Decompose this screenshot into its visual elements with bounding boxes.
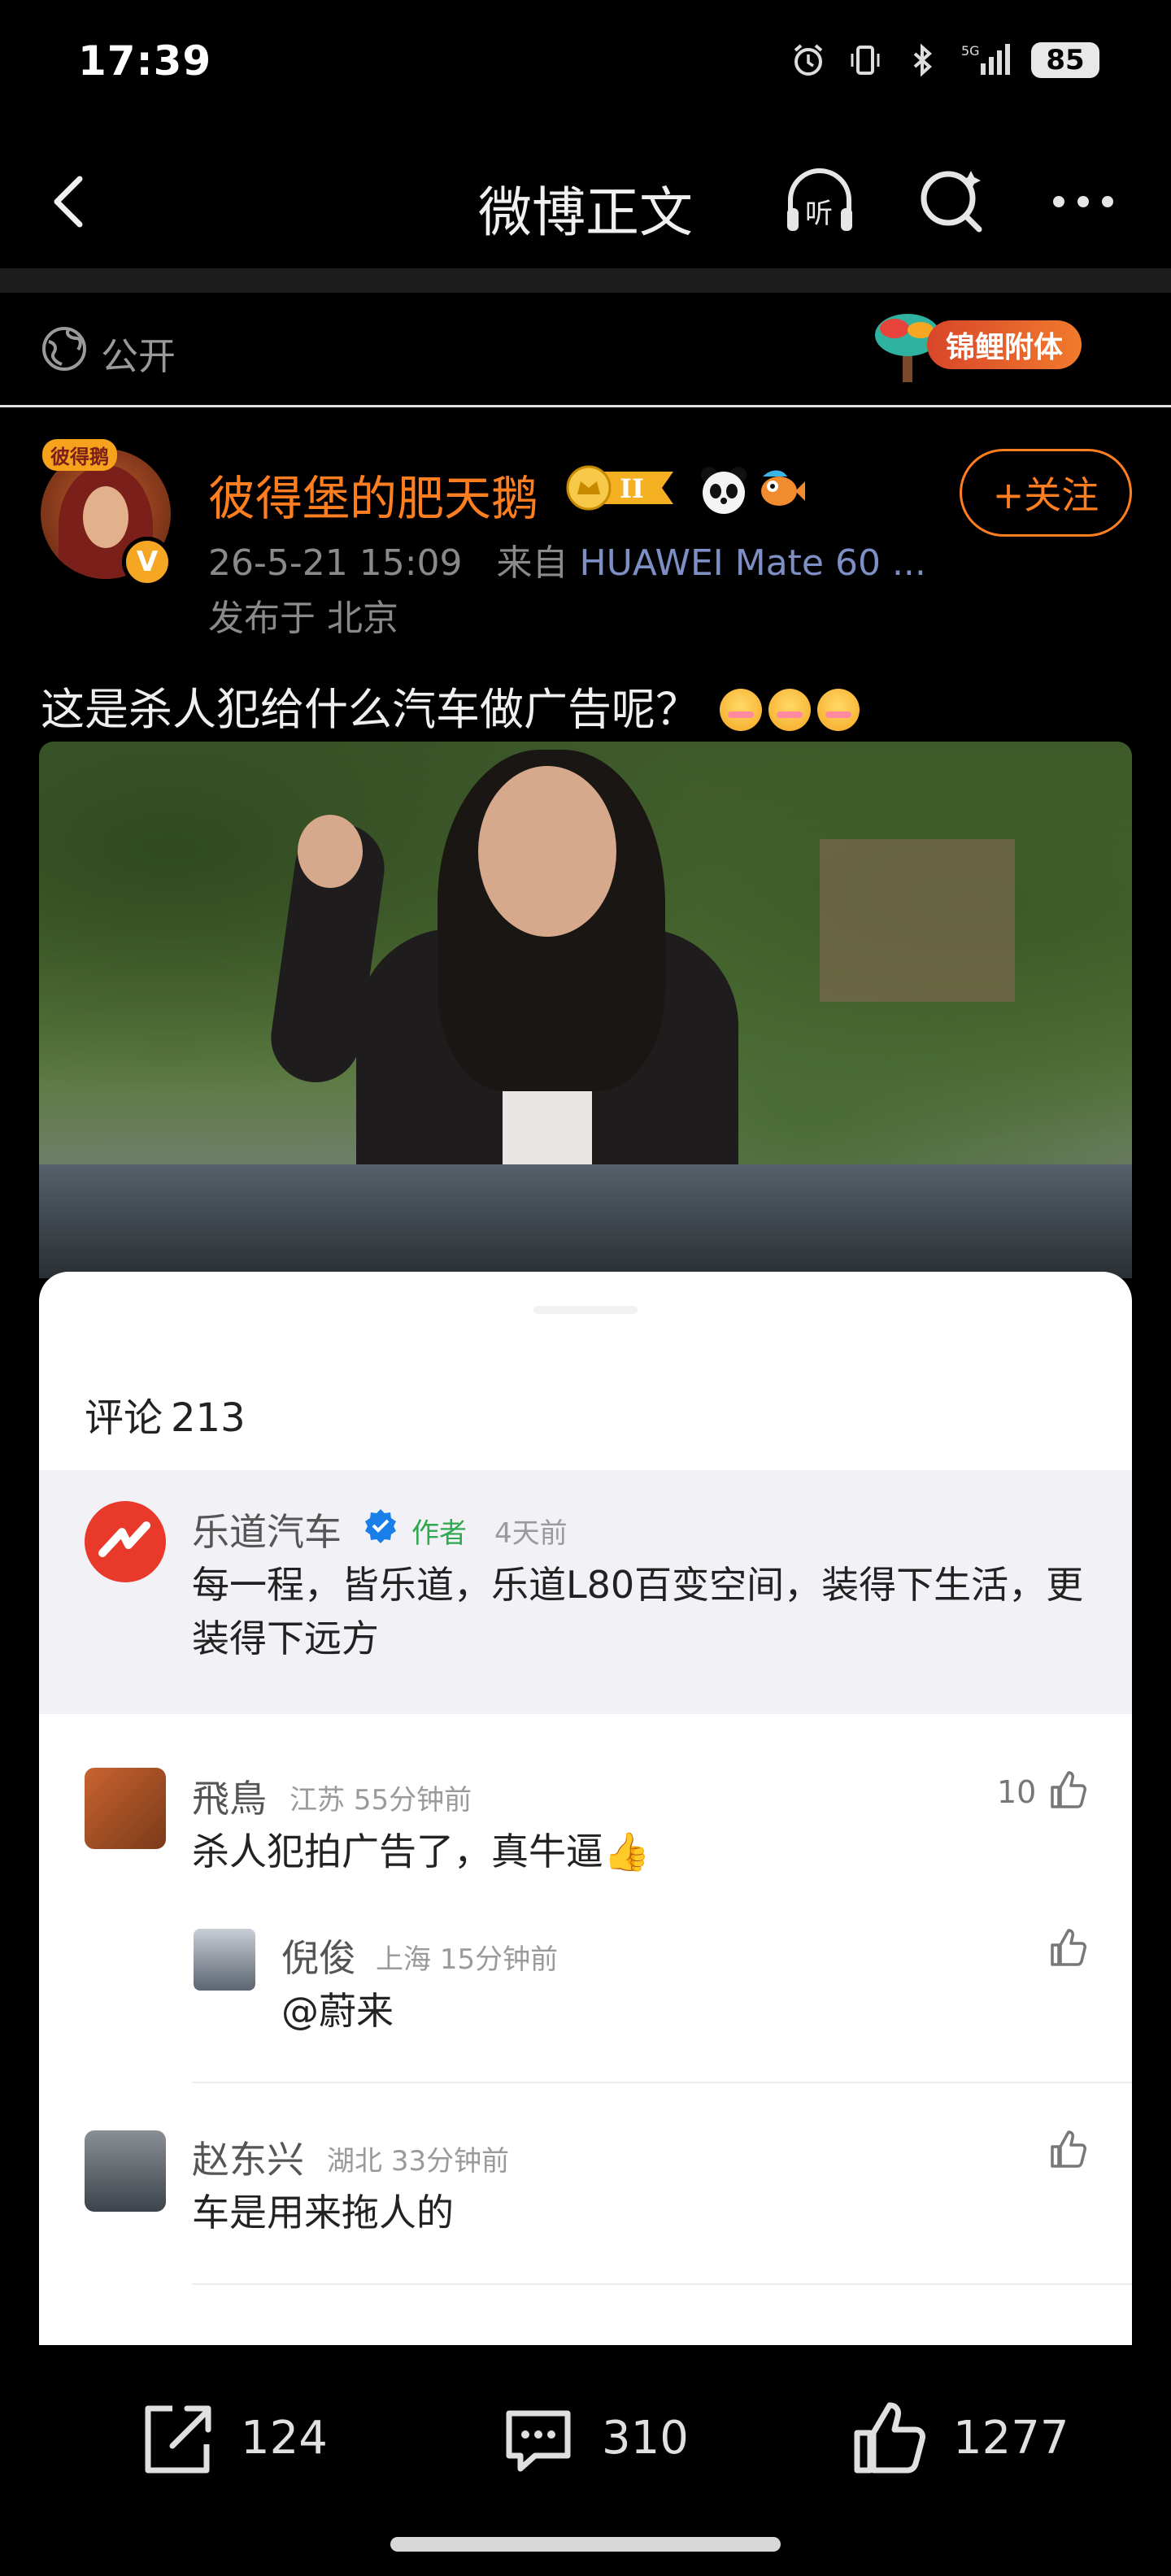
koi-fish-icon bbox=[761, 470, 805, 506]
image-hand bbox=[298, 815, 363, 888]
pinned-comment[interactable]: 乐道汽车 作者 4天前 每一程，皆乐道，乐道L80百变空间，装得下生活，更装得下… bbox=[39, 1470, 1132, 1714]
post-meta: 26-5-21 15:09 来自 HUAWEI Mate 60 ... bbox=[208, 533, 926, 585]
comment-avatar[interactable] bbox=[85, 2130, 166, 2212]
comment-divider bbox=[192, 2283, 1132, 2285]
brand-logo-avatar[interactable] bbox=[85, 1501, 166, 1582]
section-separator bbox=[0, 268, 1171, 293]
follow-button[interactable]: +关注 bbox=[960, 449, 1132, 537]
shy-emoji-icon bbox=[817, 689, 860, 731]
like-action[interactable]: 1277 bbox=[849, 2397, 1069, 2478]
author-tag: 作者 bbox=[411, 1517, 467, 1550]
comments-header: 评论 213 bbox=[85, 1386, 246, 1442]
home-indicator[interactable] bbox=[390, 2537, 781, 2552]
search-icon[interactable] bbox=[914, 163, 992, 241]
status-time: 17:39 bbox=[78, 37, 212, 85]
avatar-face bbox=[83, 486, 128, 548]
svg-text:II: II bbox=[620, 473, 644, 504]
comments-count: 213 bbox=[171, 1395, 246, 1441]
image-car bbox=[39, 1164, 1132, 1278]
comment-region: 江苏 bbox=[289, 1784, 345, 1817]
reply-text: @蔚来 bbox=[281, 1989, 394, 2033]
comment-sheet: 评论 213 乐道汽车 作者 4天前 每一程，皆乐道，乐道L80百变空间，装得下生… bbox=[39, 1272, 1132, 2345]
comment-action[interactable]: 310 bbox=[498, 2397, 689, 2478]
comments-title: 评论 bbox=[85, 1395, 163, 1441]
koi-badge-label: 锦鲤附体 bbox=[927, 320, 1082, 369]
post-location: 发布于 北京 bbox=[208, 598, 398, 639]
like-icon bbox=[854, 2402, 925, 2474]
comment-text: 车是用来拖人的 bbox=[192, 2191, 454, 2234]
repost-icon bbox=[145, 2405, 211, 2474]
comment-time: 55分钟前 bbox=[353, 1784, 472, 1817]
image-building bbox=[820, 839, 1015, 1002]
reply-time: 15分钟前 bbox=[439, 1943, 559, 1976]
panda-icon bbox=[701, 467, 747, 514]
comment-meta: 湖北 33分钟前 bbox=[327, 2139, 509, 2178]
post-body: 这是杀人犯给什么汽车做广告呢？ bbox=[41, 673, 860, 738]
repost-count: 124 bbox=[241, 2411, 328, 2465]
battery-indicator: 85 bbox=[1031, 42, 1099, 78]
koi-luck-badge[interactable]: 锦鲤附体 bbox=[870, 302, 1090, 387]
more-icon[interactable] bbox=[1044, 163, 1122, 241]
status-icons: 5G 85 bbox=[790, 42, 1099, 78]
visibility-label: 公开 bbox=[101, 334, 176, 378]
globe-icon bbox=[42, 327, 86, 371]
comment-region: 湖北 bbox=[327, 2145, 382, 2178]
vibrate-icon bbox=[851, 46, 880, 75]
sheet-grabber[interactable] bbox=[533, 1306, 638, 1314]
visibility-row: 公开 锦鲤附体 bbox=[0, 293, 1171, 407]
thumbs-up-icon[interactable] bbox=[1047, 1769, 1088, 1810]
post-text: 这是杀人犯给什么汽车做广告呢？ bbox=[41, 684, 699, 735]
comment-text: 每一程，皆乐道，乐道L80百变空间，装得下生活，更装得下远方 bbox=[192, 1563, 1084, 1660]
comment-avatar[interactable] bbox=[85, 1768, 166, 1849]
repost-action[interactable]: 124 bbox=[137, 2397, 328, 2478]
listen-icon[interactable]: 听 bbox=[781, 163, 859, 241]
nav-bar: 微博正文 听 bbox=[0, 137, 1171, 267]
comment-meta: 江苏 55分钟前 bbox=[289, 1778, 472, 1817]
alarm-icon bbox=[794, 44, 823, 76]
comment-time: 4天前 bbox=[494, 1517, 568, 1550]
status-bar: 17:39 5G 85 bbox=[0, 0, 1171, 130]
comment-time: 33分钟前 bbox=[390, 2145, 510, 2178]
verified-badge: V bbox=[122, 537, 172, 587]
username[interactable]: 彼得堡的肥天鹅 bbox=[208, 460, 538, 529]
thumbs-up-icon[interactable] bbox=[1047, 1927, 1088, 1968]
thumbs-up-icon[interactable] bbox=[1047, 2129, 1088, 2169]
vip-crown-badge[interactable]: II bbox=[563, 460, 683, 516]
reply-avatar[interactable] bbox=[194, 1929, 255, 1991]
comment-divider bbox=[192, 2082, 1132, 2083]
post-timestamp: 26-5-21 15:09 bbox=[208, 542, 463, 584]
verified-icon bbox=[365, 1509, 396, 1543]
device-link[interactable]: HUAWEI Mate 60 ... bbox=[579, 542, 925, 584]
comment-like-count: 10 bbox=[997, 1774, 1037, 1810]
comment-author[interactable]: 赵东兴 bbox=[192, 2130, 304, 2184]
page-title: 微博正文 bbox=[478, 181, 693, 244]
comment-count: 310 bbox=[602, 2411, 689, 2465]
reply-author[interactable]: 倪俊 bbox=[281, 1929, 356, 1982]
shy-emoji-icon bbox=[768, 689, 812, 731]
brand-logo-icon bbox=[98, 1521, 150, 1557]
comment-author[interactable]: 乐道汽车 bbox=[192, 1503, 342, 1556]
bluetooth-icon bbox=[913, 43, 933, 77]
svg-text:5G: 5G bbox=[961, 43, 980, 59]
like-count: 1277 bbox=[953, 2411, 1069, 2465]
signal-5g-icon: 5G bbox=[961, 43, 1010, 75]
shy-emoji-icon bbox=[720, 689, 763, 731]
comment-author[interactable]: 飛鳥 bbox=[192, 1769, 267, 1823]
reply-region: 上海 bbox=[376, 1943, 431, 1976]
source-prefix: 来自 bbox=[496, 542, 568, 584]
image-face bbox=[478, 766, 616, 937]
reply-meta: 上海 15分钟前 bbox=[376, 1937, 558, 1977]
post-image[interactable] bbox=[39, 742, 1132, 1278]
header-divider bbox=[0, 405, 1171, 407]
comment-text: 杀人犯拍广告了，真牛逼👍 bbox=[192, 1830, 651, 1873]
svg-text:听: 听 bbox=[805, 198, 833, 230]
comment-bubble-icon bbox=[506, 2410, 571, 2472]
avatar-tag: 彼得鹅 bbox=[42, 439, 117, 471]
